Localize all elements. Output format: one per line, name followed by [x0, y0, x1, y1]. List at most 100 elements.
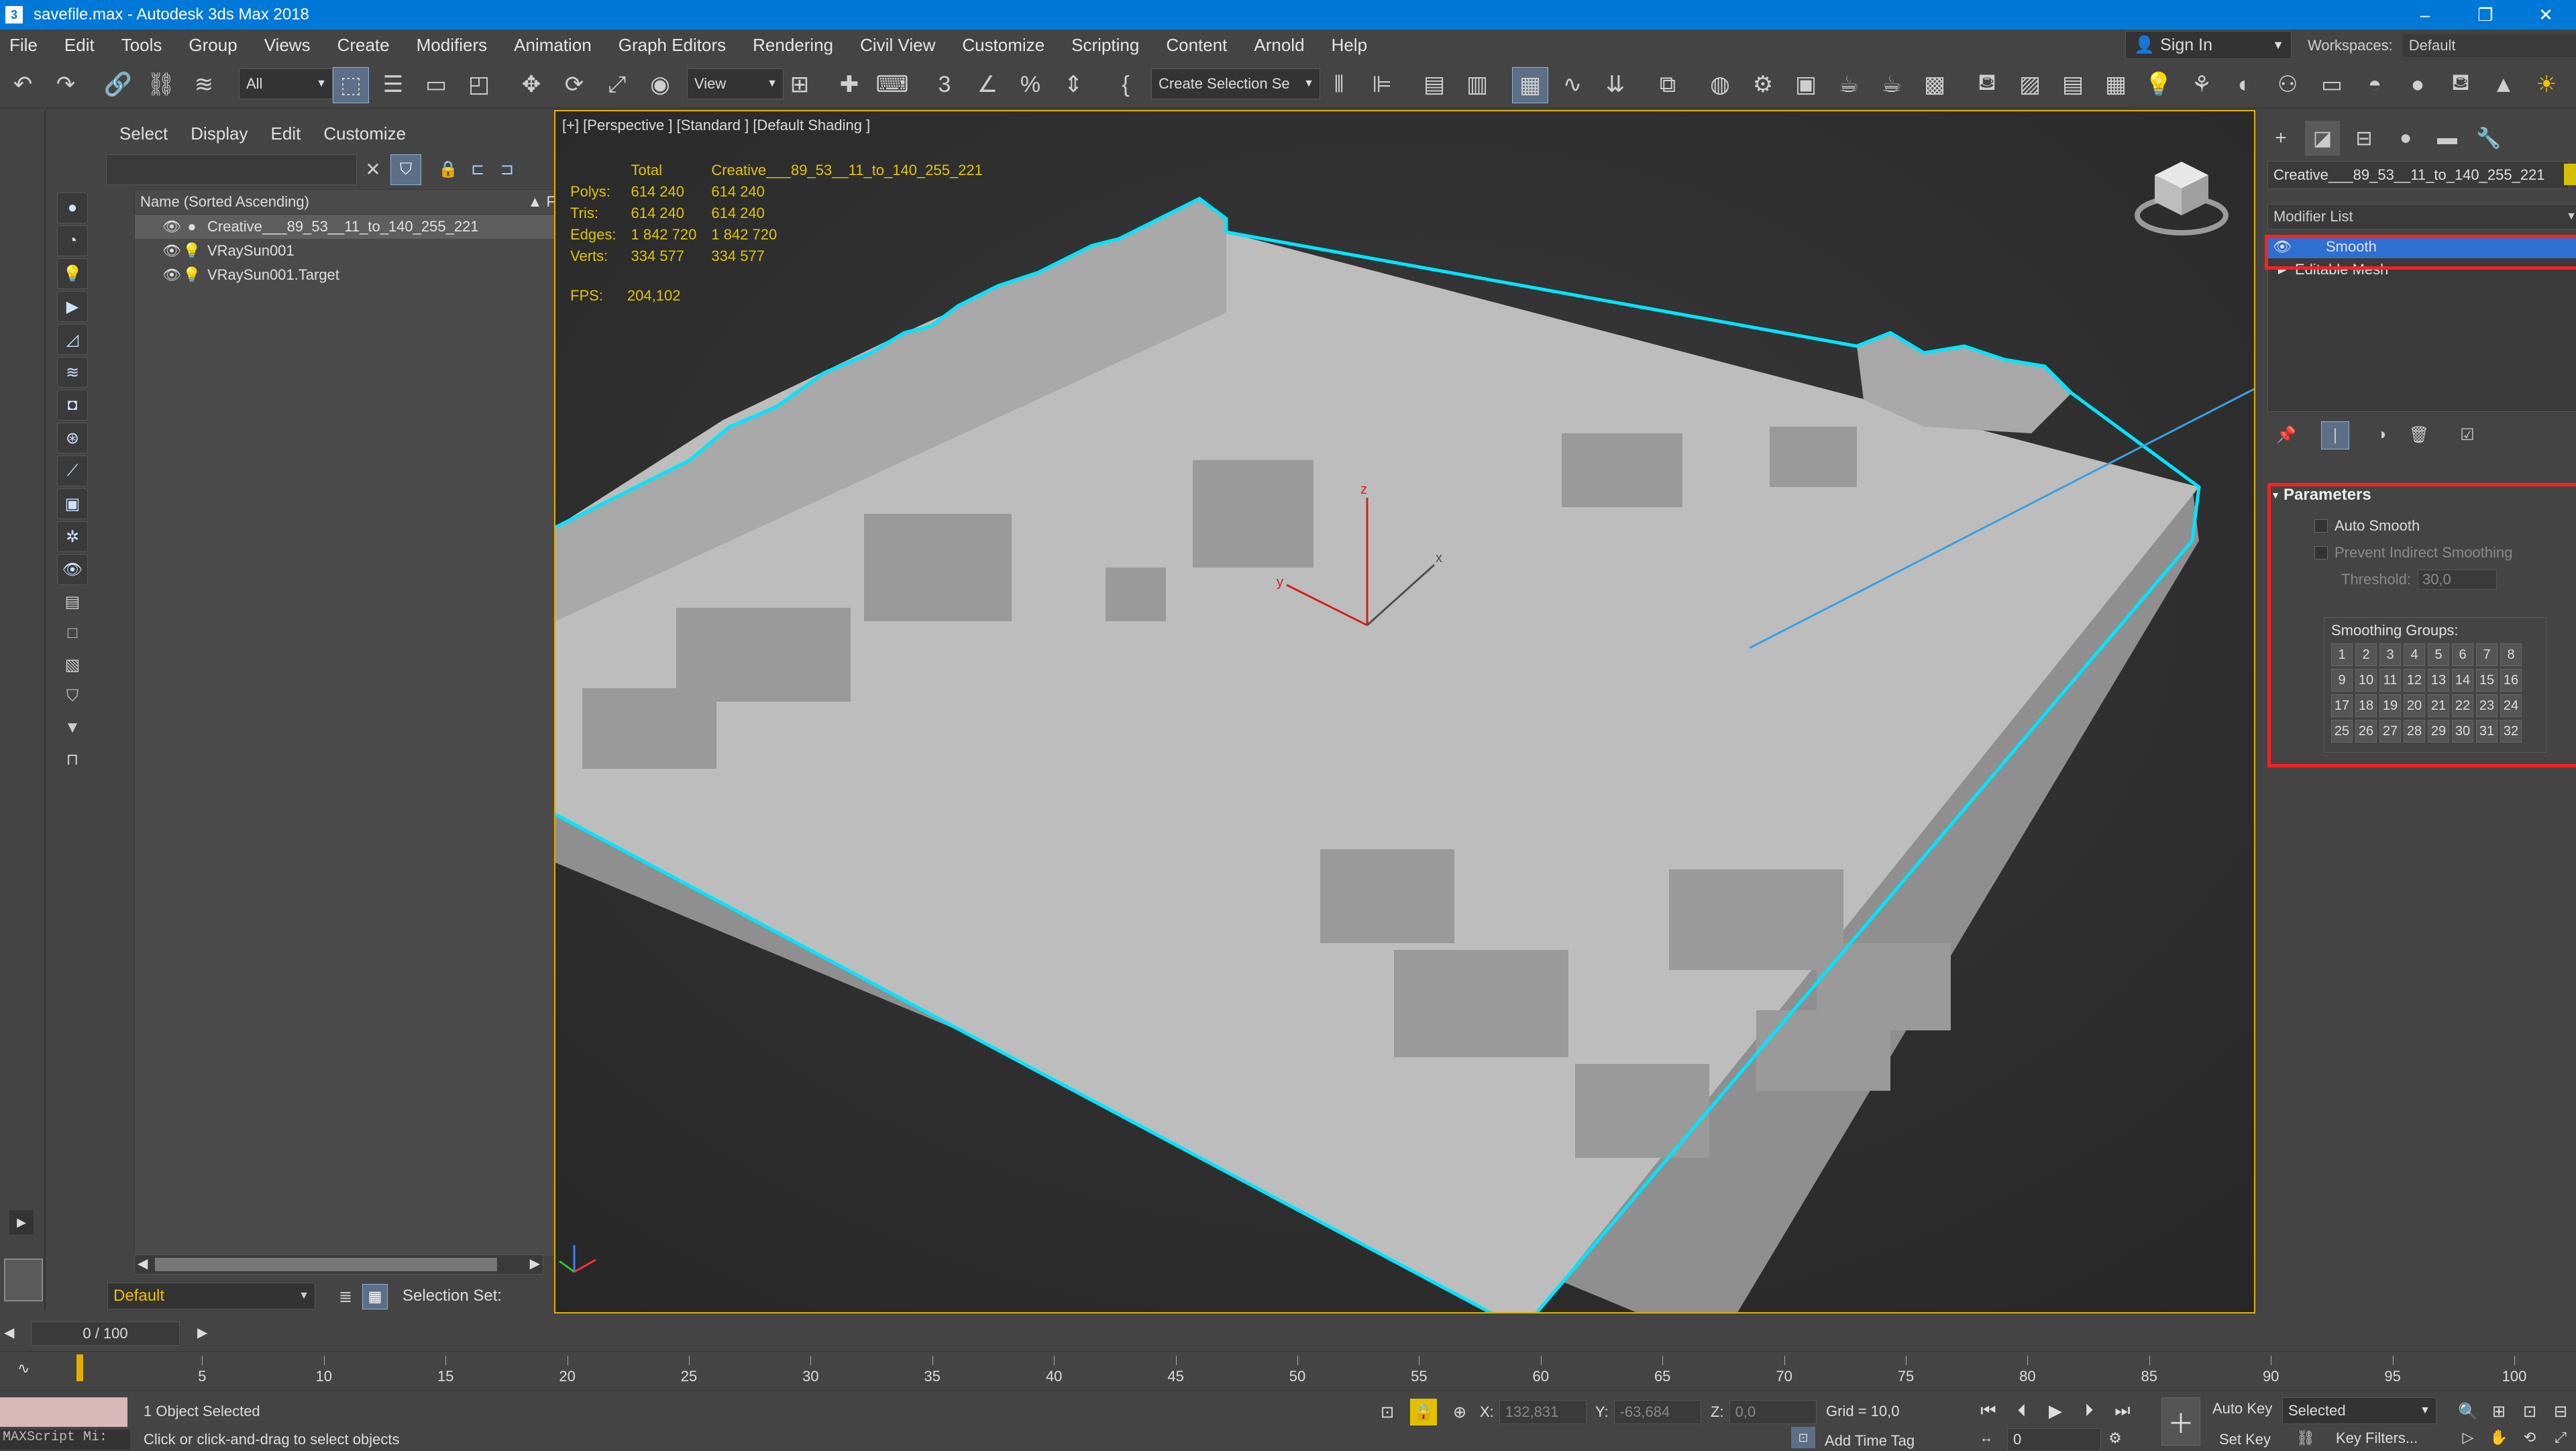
next-key-icon[interactable]: ⏵ [2074, 1397, 2104, 1424]
find-icon[interactable]: ⛉ [58, 682, 87, 711]
helpers-filter-icon[interactable]: ◿ [57, 324, 88, 355]
make-unique-icon[interactable]: ◑ [2368, 421, 2395, 448]
maximize-button[interactable]: ❐ [2455, 0, 2516, 30]
layer-explorer-icon[interactable]: ▤ [1417, 67, 1452, 102]
unlink-icon[interactable]: ⛓ [144, 67, 178, 102]
tab-display[interactable]: Display [191, 123, 248, 144]
motion-tab-icon[interactable]: ● [2388, 121, 2423, 156]
scene-explorer-toggle-icon[interactable]: ▦ [362, 1284, 388, 1309]
render-camera-icon[interactable]: ◐ [2227, 67, 2262, 102]
groups-filter-icon[interactable]: ◘ [57, 390, 88, 421]
mirror-icon[interactable]: ⫴ [1322, 67, 1356, 102]
key-set-dropdown[interactable]: Selected ▼ [2282, 1397, 2436, 1424]
workspaces-value[interactable]: Default [2402, 34, 2576, 57]
menu-create[interactable]: Create [328, 35, 407, 56]
rotate-icon[interactable]: ⟳ [557, 67, 592, 102]
reference-coord-dropdown[interactable]: View ▼ [687, 68, 784, 99]
time-slider-thumb[interactable]: 0 / 100 [31, 1322, 180, 1346]
undo-icon[interactable]: ↶ [5, 67, 40, 102]
play-icon[interactable]: ▶ [2041, 1397, 2070, 1424]
layers-icon[interactable]: ≣ [333, 1284, 358, 1309]
visibility-eye-icon[interactable]: 👁 [162, 218, 182, 235]
create-tab-icon[interactable]: + [2263, 121, 2298, 156]
menu-customize[interactable]: Customize [953, 35, 1062, 56]
select-by-name-icon[interactable]: ☰ [376, 67, 411, 102]
light-bulb-icon[interactable]: 💡 [182, 242, 202, 260]
teapot-render-icon[interactable]: ⛾ [1970, 67, 2004, 102]
select-all-icon[interactable]: ▤ [58, 587, 87, 616]
maximize-viewport-icon[interactable]: ⤢ [2548, 1426, 2573, 1450]
menu-content[interactable]: Content [1157, 35, 1244, 56]
tab-edit[interactable]: Edit [271, 123, 301, 144]
expand-arrow-icon[interactable]: ▶ [9, 1210, 34, 1234]
menu-modifiers[interactable]: Modifiers [407, 35, 504, 56]
dope-sheet-icon[interactable]: ⇊ [1598, 67, 1633, 102]
zoom-icon[interactable]: 🔍 [2455, 1399, 2481, 1424]
plane-light-icon[interactable]: ▭ [2314, 67, 2349, 102]
shapes-filter-icon[interactable]: ◔ [57, 225, 88, 256]
current-frame-field[interactable]: 0 [2007, 1428, 2101, 1451]
scroll-thumb[interactable] [155, 1258, 497, 1271]
render-frame-icon[interactable]: ▣ [1788, 67, 1823, 102]
place-icon[interactable]: ◉ [643, 67, 678, 102]
menu-animation[interactable]: Animation [504, 35, 609, 56]
remove-modifier-icon[interactable]: 🗑 [2406, 421, 2432, 448]
explorer-hscrollbar[interactable]: ◀ ▶ [134, 1254, 543, 1275]
isolate-selection-icon[interactable]: ⊡ [1374, 1399, 1401, 1426]
time-tag-icon[interactable]: ⊡ [1791, 1427, 1815, 1448]
header-name[interactable]: Name (Sorted Ascending) [140, 193, 528, 211]
cameras-filter-icon[interactable]: ▶ [57, 291, 88, 322]
funnel-icon[interactable]: ▼ [58, 713, 87, 743]
filter-icon[interactable]: ⛉ [390, 154, 421, 185]
auto-key-button[interactable]: Auto Key [2212, 1400, 2272, 1417]
light-lister-icon[interactable]: 💡 [2141, 67, 2176, 102]
tab-select[interactable]: Select [119, 123, 168, 144]
redo-icon[interactable]: ↷ [48, 67, 83, 102]
xrefs-filter-icon[interactable]: ⊛ [57, 423, 88, 453]
viewcube-icon[interactable] [2135, 152, 2229, 239]
invert-selection-icon[interactable]: ▧ [58, 650, 87, 680]
containers-filter-icon[interactable]: ▣ [57, 488, 88, 519]
orbit-icon[interactable]: ⟲ [2517, 1426, 2542, 1450]
scene-explorer-icon[interactable]: ▦ [1512, 67, 1548, 103]
spinner-snap-icon[interactable]: ⇕ [1056, 67, 1091, 102]
menu-scripting[interactable]: Scripting [1062, 35, 1157, 56]
render-production-icon[interactable]: ☕ [1831, 67, 1866, 102]
maxscript-listener[interactable] [0, 1397, 127, 1427]
minimize-button[interactable]: – [2395, 0, 2455, 30]
arnold-icon[interactable]: ⚘ [2184, 67, 2219, 102]
hidden-filter-icon[interactable]: 👁 [57, 554, 88, 585]
window-crossing-icon[interactable]: ◰ [462, 67, 496, 102]
renderable-icon[interactable]: ● [182, 218, 202, 235]
y-field[interactable]: -63,684 [1613, 1400, 1701, 1424]
scroll-left-icon[interactable]: ◀ [138, 1255, 148, 1272]
field-of-view-icon[interactable]: ▷ [2455, 1426, 2481, 1450]
menu-views[interactable]: Views [255, 35, 328, 56]
modify-tab-icon[interactable]: ◪ [2305, 121, 2340, 156]
menu-arnold[interactable]: Arnold [1244, 35, 1322, 56]
render-iterative-icon[interactable]: ☕ [1874, 67, 1909, 102]
previous-key-icon[interactable]: ⏴ [2007, 1397, 2037, 1424]
menu-group[interactable]: Group [179, 35, 254, 56]
key-filters-icon[interactable]: ⛓ [2294, 1427, 2317, 1450]
render-setup-icon[interactable]: ⚙ [1746, 67, 1780, 102]
visibility-eye-icon[interactable]: 👁 [162, 242, 182, 260]
go-to-end-icon[interactable]: ⏭ [2108, 1397, 2137, 1424]
keyboard-shortcut-icon[interactable]: ⌨ [875, 67, 910, 102]
set-key-button[interactable]: Set Key [2219, 1431, 2271, 1448]
frozen-filter-icon[interactable]: ✲ [57, 521, 88, 552]
angle-snap-icon[interactable]: ∠ [970, 67, 1005, 102]
pan-icon[interactable]: ✋ [2486, 1426, 2512, 1450]
pin-stack-icon[interactable]: 📌 [2273, 421, 2300, 448]
add-time-tag[interactable]: Add Time Tag [1825, 1432, 1915, 1450]
sun-icon[interactable]: ☀ [2529, 67, 2564, 102]
go-to-start-icon[interactable]: ⏮ [1974, 1397, 2003, 1424]
scroll-right-icon[interactable]: ▶ [530, 1255, 540, 1272]
scale-icon[interactable]: ⤢ [600, 67, 635, 102]
tab-customize[interactable]: Customize [323, 123, 406, 144]
explorer-search-input[interactable] [106, 154, 357, 185]
selection-lock-icon[interactable]: 🔒 [1410, 1399, 1437, 1426]
lights-filter-icon[interactable]: 💡 [57, 258, 88, 289]
schematic-view-icon[interactable]: ⧉ [1650, 67, 1685, 102]
menu-edit[interactable]: Edit [55, 35, 112, 56]
